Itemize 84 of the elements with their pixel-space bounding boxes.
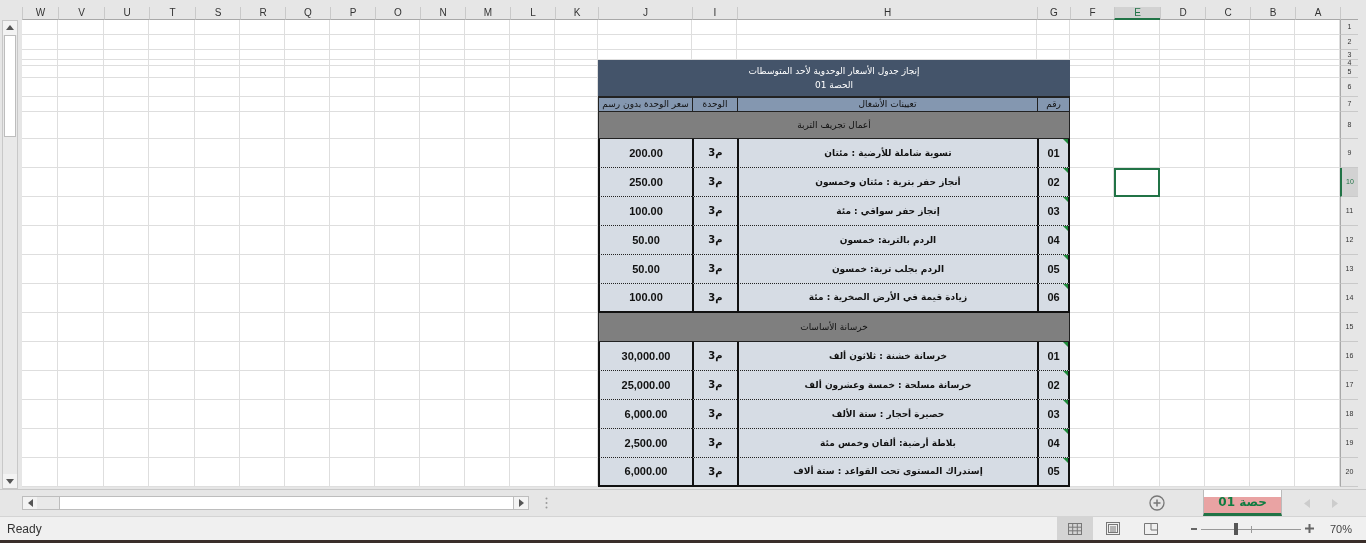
page-break-icon bbox=[1143, 522, 1158, 535]
selected-cell[interactable] bbox=[1114, 168, 1160, 197]
table-cell: حصيرة أحجار : ستة الألف bbox=[737, 400, 1037, 429]
table-cell: م3 bbox=[692, 226, 737, 255]
zoom-level-text[interactable]: 70% bbox=[1329, 522, 1352, 535]
table-cell: 03 bbox=[1037, 197, 1070, 226]
table-cell: 100.00 bbox=[598, 197, 692, 226]
horizontal-scrollbar[interactable] bbox=[22, 496, 529, 510]
table-cell: بلاطة أرضية: ألفان وخمس مئة bbox=[737, 429, 1037, 458]
table-cell: 6,000.00 bbox=[598, 458, 692, 487]
table-cell: م3 bbox=[692, 342, 737, 371]
table-cell: زيادة قيمة في الأرض الصخرية : مئة bbox=[737, 284, 1037, 313]
table-subtitle: الحصة 01 bbox=[815, 80, 853, 90]
status-text: Ready bbox=[7, 521, 42, 536]
scrollbar-thumb[interactable] bbox=[59, 497, 514, 509]
table-cell: خرسانة خشنة : ثلاثون ألف bbox=[737, 342, 1037, 371]
table-cell: م3 bbox=[692, 168, 737, 197]
normal-view-button[interactable] bbox=[1056, 517, 1093, 540]
error-indicator-icon bbox=[1063, 284, 1068, 289]
table-cell: 6,000.00 bbox=[598, 400, 692, 429]
table-cell: تسوية شاملة للأرضية : مئتان bbox=[737, 139, 1037, 168]
table-cell: 03 bbox=[1037, 400, 1070, 429]
scrollbar-thumb[interactable] bbox=[4, 35, 16, 137]
error-indicator-icon bbox=[1063, 226, 1068, 231]
table-cell: م3 bbox=[692, 429, 737, 458]
arrow-right-icon bbox=[518, 499, 524, 507]
table-cell: 06 bbox=[1037, 284, 1070, 313]
table-cell: إنجاز حفر سواقي : مئة bbox=[737, 197, 1037, 226]
table-cell: 200.00 bbox=[598, 139, 692, 168]
table-cell: 02 bbox=[1037, 168, 1070, 197]
table-cell: م3 bbox=[692, 458, 737, 487]
table-cell: م3 bbox=[692, 400, 737, 429]
scroll-right-button[interactable] bbox=[514, 497, 528, 509]
arrow-left-icon bbox=[27, 499, 33, 507]
table-cell: م3 bbox=[692, 139, 737, 168]
table-cell: 30,000.00 bbox=[598, 342, 692, 371]
error-indicator-icon bbox=[1063, 168, 1068, 173]
table-cell: 05 bbox=[1037, 458, 1070, 487]
table-cell: 01 bbox=[1037, 139, 1070, 168]
error-indicator-icon bbox=[1063, 429, 1068, 434]
arrow-down-icon bbox=[6, 478, 14, 484]
table-cell: 250.00 bbox=[598, 168, 692, 197]
error-indicator-icon bbox=[1063, 342, 1068, 347]
error-indicator-icon bbox=[1063, 139, 1068, 144]
table-cell: م3 bbox=[692, 255, 737, 284]
grid-icon bbox=[1067, 522, 1082, 535]
error-indicator-icon bbox=[1063, 197, 1068, 202]
page-icon bbox=[1105, 522, 1120, 535]
table-title: إنجاز جدول الأسعار الوحدوية لأحد المتوسطات bbox=[748, 66, 920, 76]
error-indicator-icon bbox=[1063, 458, 1068, 463]
table-cell: الردم بجلب تربة: خمسون bbox=[737, 255, 1037, 284]
scroll-up-button[interactable] bbox=[3, 21, 17, 35]
zoom-out-button[interactable] bbox=[1190, 527, 1197, 530]
error-indicator-icon bbox=[1063, 400, 1068, 405]
section-heading: أعمال تجريف التربة bbox=[598, 112, 1070, 139]
scroll-down-button[interactable] bbox=[3, 474, 17, 489]
table-cell: 100.00 bbox=[598, 284, 692, 313]
error-indicator-icon bbox=[1063, 255, 1068, 260]
table-cell: 25,000.00 bbox=[598, 371, 692, 400]
table-cell: الردم بالتربة: خمسون bbox=[737, 226, 1037, 255]
table-cell: م3 bbox=[692, 284, 737, 313]
zoom-slider[interactable] bbox=[1200, 521, 1301, 536]
splitter-icon[interactable] bbox=[545, 497, 548, 509]
error-indicator-icon bbox=[1063, 371, 1068, 376]
table-cell: م3 bbox=[692, 197, 737, 226]
table-cell: 2,500.00 bbox=[598, 429, 692, 458]
zoom-in-button[interactable] bbox=[1304, 524, 1314, 533]
zoom-slider-thumb[interactable] bbox=[1233, 522, 1238, 535]
section-heading: خرسانة الأساسات bbox=[598, 313, 1070, 342]
table-cell: إستدراك المستوى تحت القواعد : ستة ألاف bbox=[737, 458, 1037, 487]
arrow-up-icon bbox=[6, 25, 14, 31]
vertical-scrollbar[interactable] bbox=[2, 20, 18, 490]
table-cell: 50.00 bbox=[598, 255, 692, 284]
table-cell: أنجاز حفر بترية : مئتان وخمسون bbox=[737, 168, 1037, 197]
table-cell: م3 bbox=[692, 371, 737, 400]
table-cell: 02 bbox=[1037, 371, 1070, 400]
table-cell: 04 bbox=[1037, 429, 1070, 458]
table-cell: خرسانة مسلحة : خمسة وعشرون ألف bbox=[737, 371, 1037, 400]
scroll-left-button[interactable] bbox=[23, 497, 37, 509]
table-cell: 04 bbox=[1037, 226, 1070, 255]
table-cell: 50.00 bbox=[598, 226, 692, 255]
table-cell: 05 bbox=[1037, 255, 1070, 284]
add-sheet-icon[interactable] bbox=[1149, 495, 1166, 511]
table-cell: 01 bbox=[1037, 342, 1070, 371]
